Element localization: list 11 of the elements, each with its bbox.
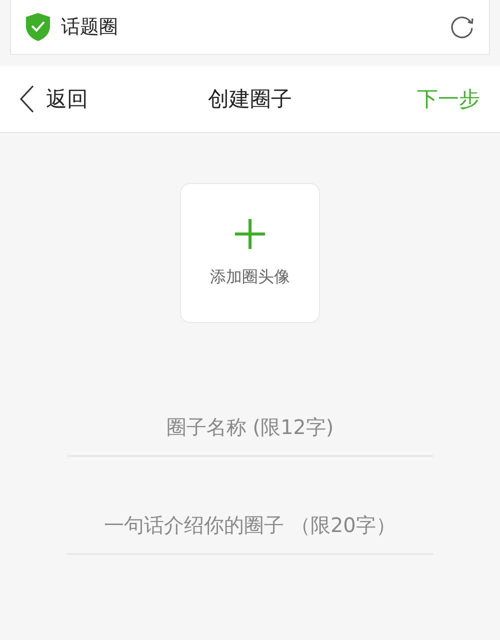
- page-title: 话题圈: [61, 15, 119, 40]
- add-avatar-button[interactable]: 添加圈头像: [180, 183, 320, 323]
- plus-icon: [235, 218, 265, 248]
- refresh-icon[interactable]: [449, 14, 475, 40]
- screen-title: 创建圈子: [208, 86, 292, 113]
- next-step-button[interactable]: 下一步: [417, 85, 480, 113]
- chevron-left-icon: [20, 85, 34, 113]
- circle-name-field[interactable]: 圈子名称 (限12字): [67, 399, 433, 457]
- shield-check-icon: [25, 12, 51, 42]
- back-button[interactable]: 返回: [20, 85, 88, 113]
- circle-intro-field[interactable]: 一句话介绍你的圈子 （限20字）: [67, 497, 433, 555]
